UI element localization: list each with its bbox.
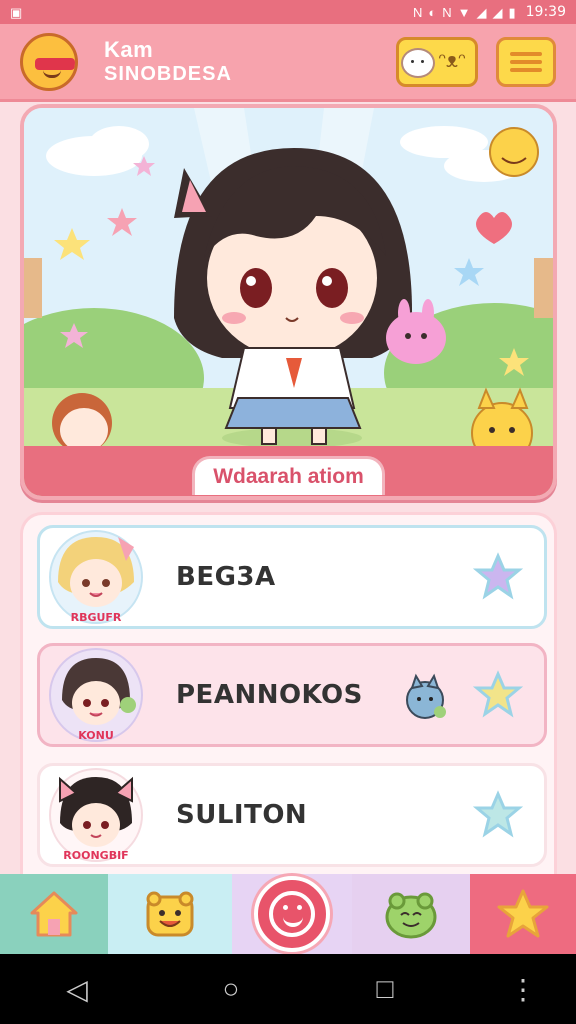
avatar-label: KONU (78, 729, 114, 742)
image-icon: ▣ (10, 4, 23, 20)
signal-icon: ◢ (476, 4, 487, 20)
list-item-name: BEG3A (176, 562, 276, 592)
list-item[interactable]: ROONGBIF SULITON (37, 763, 547, 867)
bottom-nav (0, 874, 576, 954)
smiley-center-icon[interactable] (254, 876, 330, 952)
green-frog-icon (385, 892, 437, 939)
hero-card[interactable]: Wdaarah atiom (20, 104, 557, 500)
smile-face-icon: ᵔᴥᵔ (438, 50, 466, 72)
star-icon[interactable] (470, 787, 526, 843)
character-list: RBGUFR BEG3A KONU PEANNOKOS ROONGBIF SUL… (20, 512, 557, 878)
nav-home[interactable] (0, 874, 108, 954)
menu-card-icon (510, 48, 542, 76)
more-button[interactable]: ⋮ (509, 973, 537, 1006)
wifi-icon: ▼ (457, 4, 471, 20)
battery-icon: ▮ (508, 4, 516, 20)
title-line-2: SINOBDESA (104, 63, 232, 85)
title-line-1: Kam (104, 37, 154, 62)
system-nav-bar: ◁ ○ □ ⋮ (0, 954, 576, 1024)
list-item-name: SULITON (176, 800, 308, 830)
nav-star[interactable] (470, 874, 576, 954)
hero-caption-bar: Wdaarah atiom (24, 446, 553, 496)
avatar-label: RBGUFR (71, 611, 122, 624)
nav-yellow-face[interactable] (108, 874, 232, 954)
list-item[interactable]: KONU PEANNOKOS (37, 643, 547, 747)
nav-center[interactable] (232, 874, 352, 954)
home-button[interactable]: ○ (201, 973, 261, 1005)
clock: 19:39 (525, 4, 566, 20)
star-icon[interactable] (470, 549, 526, 605)
blue-cat-icon (400, 672, 450, 727)
avatar: KONU (46, 645, 146, 745)
avatar: RBGUFR (46, 527, 146, 627)
vibrate-icon: ◐ (428, 4, 437, 20)
list-item[interactable]: RBGUFR BEG3A (37, 525, 547, 629)
app-header: Kam SINOBDESA ᵔᴥᵔ (0, 24, 576, 102)
pet-sticker-button[interactable]: ᵔᴥᵔ (396, 36, 478, 87)
yellow-face-icon (146, 891, 194, 937)
star-icon[interactable] (470, 667, 526, 723)
hero-caption[interactable]: Wdaarah atiom (192, 455, 385, 495)
avatar: ROONGBIF (46, 765, 146, 865)
back-button[interactable]: ◁ (47, 973, 107, 1006)
status-bar: ▣ N ◐ N ▼ ◢ ◢ ▮ 19:39 (0, 0, 576, 24)
menu-card-button[interactable] (496, 36, 556, 87)
home-icon (30, 891, 78, 937)
app-title: Kam SINOBDESA (104, 37, 396, 86)
no-sim-icon: N (442, 4, 452, 20)
hero-illustration (24, 108, 553, 496)
star-icon (497, 889, 549, 938)
recents-button[interactable]: □ (355, 973, 415, 1005)
nfc-icon: N (412, 4, 423, 20)
avatar-label: ROONGBIF (63, 849, 128, 862)
sunglasses-emoji-icon[interactable] (20, 32, 78, 91)
pet-sticker-icon (401, 47, 435, 78)
signal-icon-2: ◢ (492, 4, 503, 20)
nav-frog[interactable] (352, 874, 470, 954)
